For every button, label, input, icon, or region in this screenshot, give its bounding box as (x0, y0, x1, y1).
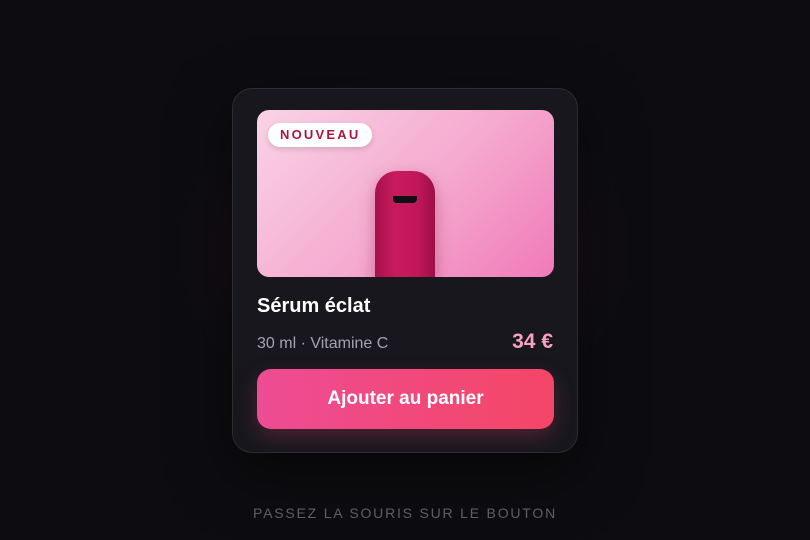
product-card: NOUVEAU Sérum éclat 30 ml · Vitamine C 3… (232, 88, 578, 453)
product-image: NOUVEAU (257, 110, 554, 277)
add-to-cart-button[interactable]: Ajouter au panier (257, 369, 554, 429)
product-price: 34 € (512, 330, 553, 353)
product-title: Sérum éclat (257, 295, 371, 317)
card-notch (393, 196, 417, 203)
new-badge: NOUVEAU (268, 123, 373, 147)
hover-hint: PASSEZ LA SOURIS SUR LE BOUTON (253, 505, 557, 521)
product-details: 30 ml · Vitamine C (257, 335, 389, 352)
serum-bottle-illustration (375, 171, 435, 277)
